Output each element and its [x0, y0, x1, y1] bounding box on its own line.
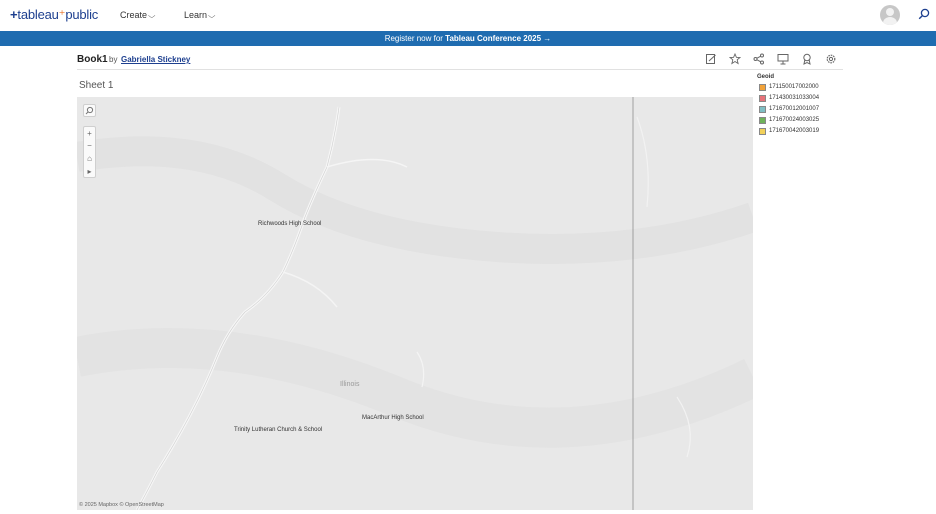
legend-label: 171670024003025	[769, 117, 820, 123]
avatar[interactable]	[880, 5, 900, 25]
legend-label: 171150017002000	[769, 84, 819, 90]
workbook-header: Book1 by Gabriella Stickney	[77, 52, 843, 70]
legend-label: 171430031033004	[769, 95, 820, 101]
share-icon[interactable]	[753, 53, 765, 65]
edit-icon[interactable]	[705, 53, 717, 65]
map-zoom-controls: + − ⌂ ▸	[83, 126, 96, 178]
map-view[interactable]: + − ⌂ ▸ Richwoods High School MacArthur …	[77, 97, 753, 510]
pan-arrow-icon[interactable]: ▸	[84, 165, 95, 178]
logo-text: tableau	[17, 7, 59, 22]
banner-highlight: Tableau Conference 2025 →	[445, 34, 552, 43]
map-place-label: Richwoods High School	[258, 221, 322, 227]
state-label: Illinois	[340, 381, 360, 388]
star-icon[interactable]	[729, 53, 741, 65]
search-icon[interactable]	[918, 8, 930, 20]
map-place-label: MacArthur High School	[362, 415, 424, 421]
banner-text: Register now for	[384, 34, 443, 43]
workbook-title: Book1	[77, 54, 108, 65]
nav-create-menu[interactable]: Create⌵	[120, 10, 156, 21]
map-search-button[interactable]	[83, 104, 96, 117]
legend-item[interactable]: 171150017002000	[757, 83, 847, 94]
tableau-public-logo[interactable]: +tableau⁺public	[10, 7, 98, 23]
legend-swatch	[759, 106, 766, 113]
map-place-label: Trinity Lutheran Church & School	[234, 427, 323, 433]
chevron-down-icon: ⌵	[147, 13, 156, 20]
author-link[interactable]: Gabriella Stickney	[121, 55, 190, 64]
legend-item[interactable]: 171430031033004	[757, 94, 847, 105]
nav-learn-label: Learn	[184, 10, 208, 20]
map-terrain	[77, 97, 753, 510]
nav-create-label: Create	[120, 10, 148, 20]
home-icon[interactable]: ⌂	[84, 152, 95, 165]
legend-item[interactable]: 171670012001007	[757, 105, 847, 116]
top-navigation: +tableau⁺public Create⌵ Learn⌵	[0, 0, 936, 31]
map-attribution[interactable]: © 2025 Mapbox © OpenStreetMap	[79, 502, 164, 508]
legend-item[interactable]: 171670024003025	[757, 116, 847, 127]
zoom-out-icon[interactable]: −	[84, 140, 95, 152]
color-legend: Geoid 171150017002000 171430031033004 17…	[757, 74, 847, 138]
conference-banner[interactable]: Register now for Tableau Conference 2025…	[0, 31, 936, 46]
nav-learn-menu[interactable]: Learn⌵	[184, 10, 216, 21]
legend-swatch	[759, 84, 766, 91]
favorite-icon[interactable]	[801, 53, 813, 65]
legend-title: Geoid	[757, 74, 775, 80]
legend-swatch	[759, 95, 766, 102]
legend-item[interactable]: 171670042003019	[757, 127, 847, 138]
chevron-down-icon: ⌵	[207, 13, 216, 20]
legend-swatch	[759, 117, 766, 124]
search-icon	[85, 106, 94, 115]
legend-label: 171670042003019	[769, 128, 820, 134]
logo-suffix: public	[65, 7, 99, 22]
sheet-title: Sheet 1	[79, 80, 114, 91]
zoom-in-icon[interactable]: +	[84, 127, 95, 140]
legend-label: 171670012001007	[769, 106, 820, 112]
settings-icon[interactable]	[825, 53, 837, 65]
legend-swatch	[759, 128, 766, 135]
author-by-label: by	[109, 55, 118, 64]
download-icon[interactable]	[777, 53, 789, 65]
